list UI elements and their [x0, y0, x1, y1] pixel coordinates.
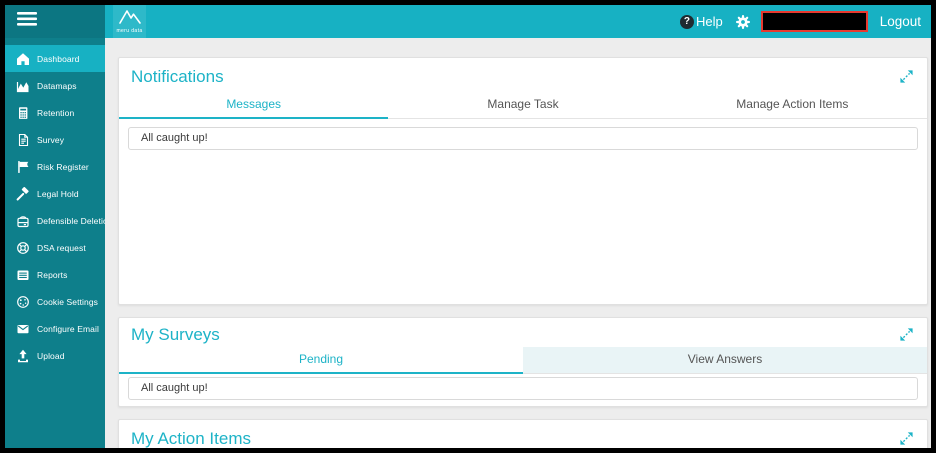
hamburger-icon [17, 12, 37, 31]
my-surveys-title: My Surveys [131, 325, 220, 344]
expand-diagonal-icon[interactable] [898, 68, 915, 85]
brand-logo[interactable]: meru data [113, 5, 146, 38]
expand-diagonal-icon[interactable] [898, 430, 915, 447]
my-surveys-empty-message: All caught up! [128, 377, 918, 400]
cookie-icon [15, 295, 31, 309]
main-content: Notifications Messages Manage Task Manag… [105, 38, 931, 448]
calculator-icon [15, 106, 31, 120]
my-surveys-panel: My Surveys Pending View Answers All caug… [118, 317, 928, 407]
gavel-icon [15, 186, 31, 201]
tab-manage-action-items[interactable]: Manage Action Items [657, 92, 927, 119]
sidebar-item-survey[interactable]: Survey [5, 126, 105, 153]
sidebar-item-label: Risk Register [37, 161, 89, 172]
sidebar-item-risk-register[interactable]: Risk Register [5, 153, 105, 180]
sidebar-item-dashboard[interactable]: Dashboard [5, 45, 105, 72]
tab-pending[interactable]: Pending [119, 347, 523, 374]
sidebar-item-label: Survey [37, 134, 65, 145]
mountain-logo-icon [117, 9, 143, 29]
top-header-bar: meru data ? Help Logout [105, 5, 931, 38]
life-ring-icon [15, 241, 31, 255]
notifications-empty-message: All caught up! [128, 127, 918, 150]
upload-icon [15, 349, 31, 363]
brand-name: meru data [116, 28, 143, 34]
sidebar-nav: Dashboard Datamaps Retention Survey Risk… [5, 38, 113, 369]
help-button[interactable]: ? Help [679, 14, 723, 29]
sidebar-item-reports[interactable]: Reports [5, 261, 105, 288]
notifications-title: Notifications [131, 67, 224, 86]
sidebar-item-datamaps[interactable]: Datamaps [5, 72, 105, 99]
flag-icon [15, 160, 31, 174]
app-window: Dashboard Datamaps Retention Survey Risk… [0, 0, 936, 453]
sidebar-item-dsa-request[interactable]: DSA request [5, 234, 105, 261]
question-circle-icon: ? [679, 14, 694, 29]
expand-diagonal-icon[interactable] [898, 326, 915, 343]
document-icon [15, 133, 31, 147]
help-label: Help [695, 14, 723, 29]
drive-icon [15, 214, 31, 228]
sidebar-item-label: Cookie Settings [37, 296, 99, 307]
sidebar: Dashboard Datamaps Retention Survey Risk… [5, 5, 113, 448]
sidebar-item-label: DSA request [37, 242, 86, 253]
my-surveys-tabs: Pending View Answers [119, 347, 927, 374]
sidebar-item-upload[interactable]: Upload [5, 342, 105, 369]
sidebar-item-configure-email[interactable]: Configure Email [5, 315, 105, 342]
sidebar-item-label: Upload [37, 350, 65, 361]
my-action-items-title: My Action Items [131, 429, 251, 448]
sidebar-menu-toggle[interactable] [5, 5, 105, 38]
area-chart-icon [15, 79, 31, 93]
sidebar-item-cookie-settings[interactable]: Cookie Settings [5, 288, 105, 315]
sidebar-item-label: Defensible Deletion [37, 215, 113, 226]
report-list-icon [15, 268, 31, 282]
logout-button[interactable]: Logout [876, 12, 925, 31]
sidebar-item-label: Legal Hold [37, 188, 79, 199]
notifications-tabs: Messages Manage Task Manage Action Items [119, 92, 927, 119]
sidebar-item-label: Dashboard [37, 53, 80, 64]
sidebar-item-retention[interactable]: Retention [5, 99, 105, 126]
sidebar-item-defensible-deletion[interactable]: Defensible Deletion [5, 207, 113, 234]
my-action-items-panel: My Action Items [118, 419, 928, 448]
sidebar-item-legal-hold[interactable]: Legal Hold [5, 180, 105, 207]
sidebar-item-label: Reports [37, 269, 68, 280]
tab-manage-task[interactable]: Manage Task [388, 92, 658, 119]
sidebar-item-label: Configure Email [37, 323, 99, 334]
gear-icon[interactable] [735, 14, 751, 30]
notifications-panel: Notifications Messages Manage Task Manag… [118, 57, 928, 305]
tab-messages[interactable]: Messages [119, 92, 389, 119]
sidebar-item-label: Retention [37, 107, 75, 118]
envelope-icon [15, 322, 31, 336]
sidebar-item-label: Datamaps [37, 80, 77, 91]
tab-view-answers[interactable]: View Answers [523, 347, 927, 374]
user-account-redacted[interactable] [760, 11, 868, 32]
home-icon [15, 52, 31, 66]
